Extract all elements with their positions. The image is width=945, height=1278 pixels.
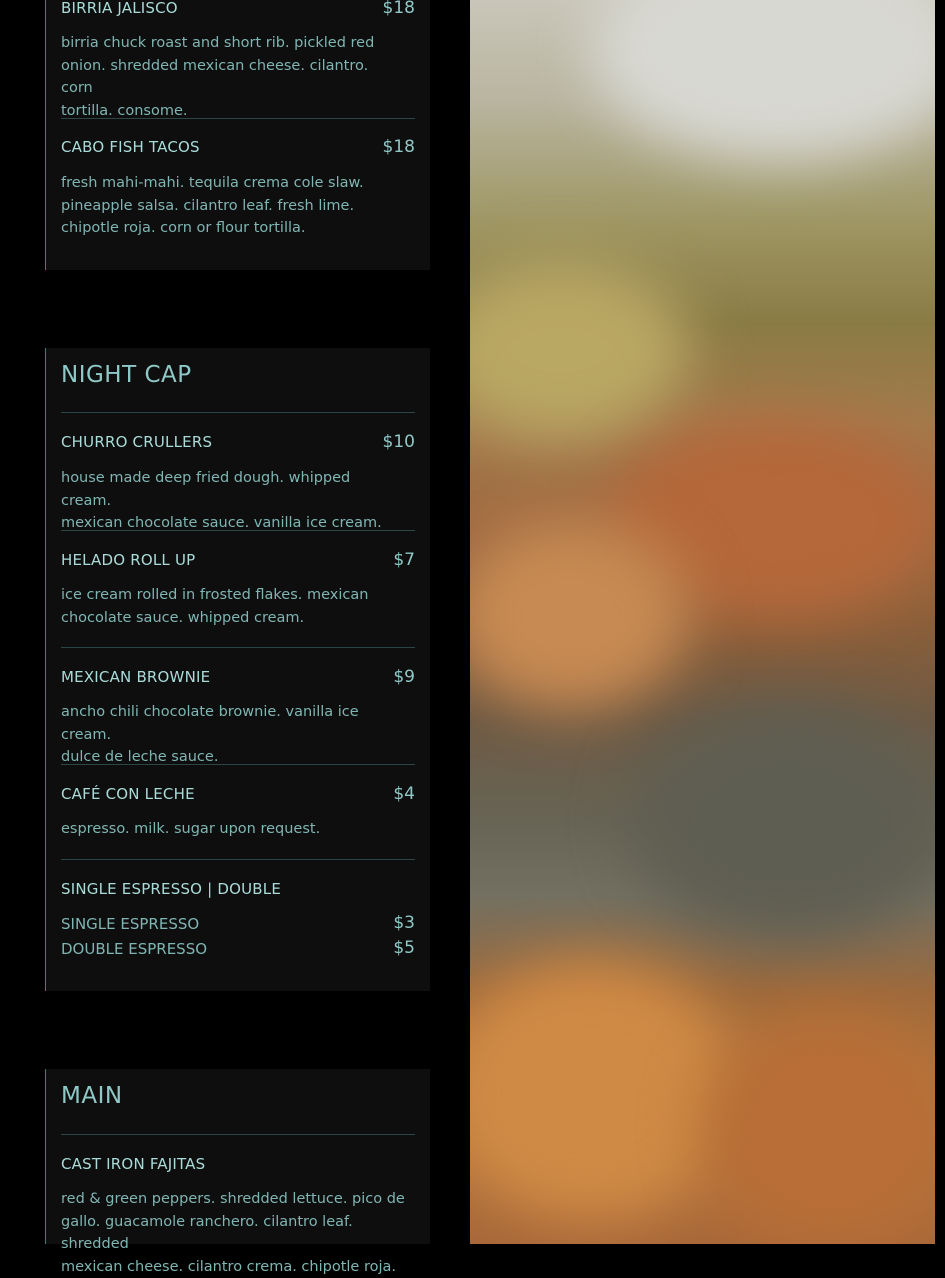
item-name: SINGLE ESPRESSO | DOUBLE: [61, 880, 281, 898]
item-description: ancho chili chocolate brownie. vanilla i…: [61, 701, 396, 769]
item-name: CAFÉ CON LECHE: [61, 785, 195, 803]
divider: [61, 859, 415, 860]
menu-section-night-cap: NIGHT CAP CHURRO CRULLERS $10 house made…: [45, 348, 430, 991]
item-desc-line: chipotle roja. corn or flour tortilla.: [61, 217, 396, 240]
item-price: $18: [383, 137, 415, 157]
item-desc-line: mexican cheese. cilantro crema. chipotle…: [61, 1256, 411, 1278]
item-description: red & green peppers. shredded lettuce. p…: [61, 1188, 411, 1278]
item-option-label: SINGLE ESPRESSO: [61, 915, 199, 933]
divider: [61, 118, 415, 119]
item-price: $7: [393, 550, 415, 570]
item-desc-line: onion. shredded mexican cheese. cilantro…: [61, 55, 396, 100]
item-name: HELADO ROLL UP: [61, 551, 195, 569]
photo-highlight: [470, 960, 740, 1220]
item-desc-line: espresso. milk. sugar upon request.: [61, 818, 396, 841]
menu-section-main: MAIN CAST IRON FAJITAS red & green peppe…: [45, 1069, 430, 1244]
divider: [61, 412, 415, 413]
item-description: espresso. milk. sugar upon request.: [61, 818, 396, 841]
item-price: $4: [393, 784, 415, 804]
item-desc-line: chocolate sauce. whipped cream.: [61, 607, 396, 630]
item-description: house made deep fried dough. whipped cre…: [61, 467, 396, 535]
item-desc-line: ancho chili chocolate brownie. vanilla i…: [61, 701, 396, 746]
item-desc-line: birria chuck roast and short rib. pickle…: [61, 32, 396, 55]
section-title: NIGHT CAP: [61, 362, 192, 388]
divider: [61, 647, 415, 648]
food-photo: [470, 0, 935, 1244]
item-price: $10: [383, 432, 415, 452]
item-name: BIRRIA JALISCO: [61, 0, 178, 17]
item-name: CABO FISH TACOS: [61, 138, 200, 156]
item-desc-line: mexican chocolate sauce. vanilla ice cre…: [61, 512, 396, 535]
item-name: CHURRO CRULLERS: [61, 433, 212, 451]
item-name: MEXICAN BROWNIE: [61, 668, 210, 686]
item-name: CAST IRON FAJITAS: [61, 1155, 205, 1173]
divider: [61, 530, 415, 531]
item-desc-line: gallo. guacamole ranchero. cilantro leaf…: [61, 1211, 411, 1256]
menu-section-top: BIRRIA JALISCO $18 birria chuck roast an…: [45, 0, 430, 270]
item-description: birria chuck roast and short rib. pickle…: [61, 32, 396, 122]
item-price: $9: [393, 667, 415, 687]
divider: [61, 1134, 415, 1135]
item-desc-line: pineapple salsa. cilantro leaf. fresh li…: [61, 195, 396, 218]
item-option-label: DOUBLE ESPRESSO: [61, 940, 207, 958]
photo-highlight: [470, 260, 690, 440]
photo-highlight: [630, 700, 935, 940]
photo-highlight: [590, 0, 935, 160]
item-desc-line: fresh mahi-mahi. tequila crema cole slaw…: [61, 172, 396, 195]
section-title: MAIN: [61, 1083, 123, 1109]
item-description: ice cream rolled in frosted flakes. mexi…: [61, 584, 396, 629]
item-option-price: $3: [393, 913, 415, 933]
item-price: $18: [383, 0, 415, 18]
item-desc-line: ice cream rolled in frosted flakes. mexi…: [61, 584, 396, 607]
item-desc-line: dulce de leche sauce.: [61, 746, 396, 769]
item-option-price: $5: [393, 938, 415, 958]
item-desc-line: red & green peppers. shredded lettuce. p…: [61, 1188, 411, 1211]
photo-highlight: [700, 1010, 935, 1244]
item-desc-line: house made deep fried dough. whipped cre…: [61, 467, 396, 512]
divider: [61, 764, 415, 765]
item-description: fresh mahi-mahi. tequila crema cole slaw…: [61, 172, 396, 240]
